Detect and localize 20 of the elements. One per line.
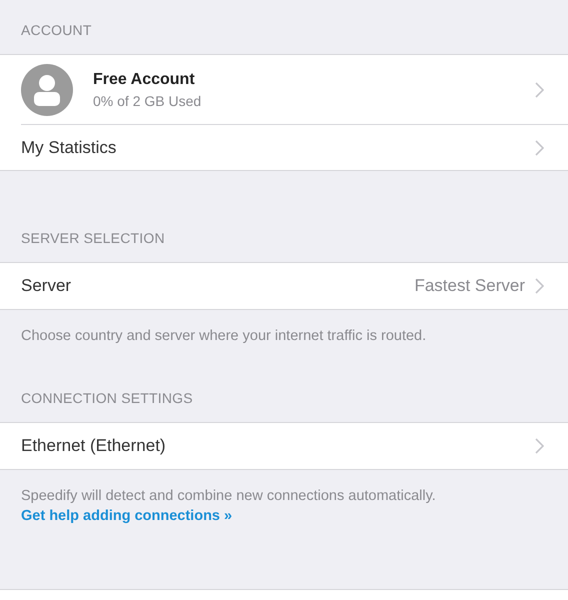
list-row[interactable]: My Statistics [21, 124, 568, 170]
chevron-icon [535, 82, 544, 98]
row-label: Server [21, 276, 72, 296]
row-value: Fastest Server [414, 276, 525, 296]
usage-text: 0% of 2 GB Used [93, 92, 202, 108]
row-label: Ethernet (Ethernet) [21, 436, 167, 456]
section-header: ACCOUNT [21, 22, 92, 38]
help-text: Choose country and server where your internet traffic is routed. [20, 327, 428, 346]
chevron-icon [535, 140, 544, 156]
chevron-icon [535, 438, 544, 454]
avatar-icon [21, 64, 73, 116]
help-text: Speedify will detect and combine new connections automatically. Get help adding connections » [20, 487, 437, 526]
list-row[interactable]: Ethernet (Ethernet) [0, 423, 568, 469]
account-title: Free Account [93, 70, 196, 88]
section-header: CONNECTION SETTINGS [21, 390, 193, 406]
list-row[interactable]: Server Fastest Server [0, 263, 568, 309]
account-row[interactable]: Free Account 0% of 2 GB Used [0, 55, 568, 124]
chevron-icon [535, 278, 544, 294]
row-label: My Statistics [21, 138, 118, 158]
section-header: SERVER SELECTION [21, 230, 165, 246]
